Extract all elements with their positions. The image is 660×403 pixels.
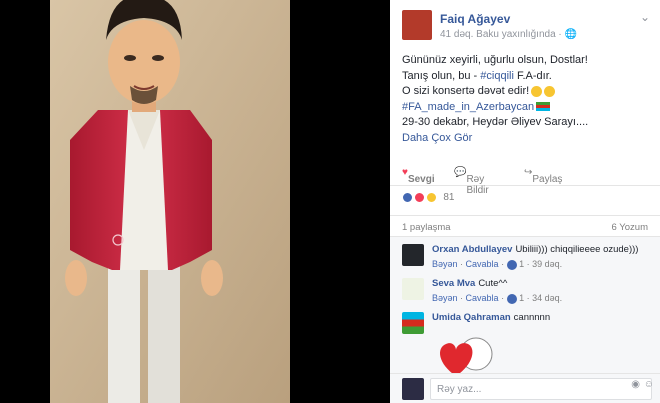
post-line-2-end: F.A-dır.: [513, 69, 552, 82]
author-avatar[interactable]: [402, 10, 432, 40]
azerbaijan-flag-icon: [536, 102, 551, 112]
smile-icon[interactable]: ☺: [644, 379, 654, 390]
post-line-2-text: Tanış olun, bu -: [402, 69, 481, 82]
share-count[interactable]: 1 paylaşma: [402, 222, 451, 233]
comment-like-link[interactable]: Bəyən: [432, 259, 458, 269]
comment-body: Umida Qahraman cannnnn: [432, 312, 550, 323]
post-line-1: Gününüz xeyirli, uğurlu olsun, Dostlar!: [402, 54, 588, 66]
comment-like-count: 1: [519, 293, 525, 303]
post-line-4: #FA_made_in_Azerbaycan: [402, 100, 652, 116]
comment-time: 34 dəq.: [532, 293, 563, 303]
post-header: Faiq Ağayev 41 dəq. Baku yaxınlığında · …: [402, 10, 650, 44]
post-sidebar: Faiq Ağayev 41 dəq. Baku yaxınlığında · …: [390, 0, 660, 403]
comment-reply-link[interactable]: Cavabla: [466, 293, 499, 303]
commenter-avatar[interactable]: [402, 312, 424, 334]
post-line-2: Tanış olun, bu - #ciqqili F.A-dır.: [402, 69, 652, 85]
comment-body: Orxan Abdullayev Ubiliii))) chiqqilieeee …: [432, 244, 638, 255]
photo-viewer[interactable]: [0, 0, 390, 403]
comment-text: Cute^^: [478, 278, 508, 289]
comment-reply-link[interactable]: Cavabla: [466, 259, 499, 269]
share-button[interactable]: ↪ Paylaş: [524, 167, 562, 185]
hashtag-ciqqili[interactable]: #ciqqili: [480, 70, 514, 82]
comment-author[interactable]: Seva Mva: [432, 278, 475, 289]
like-icon: [506, 259, 517, 270]
comment-label: Rəy Bildir: [466, 174, 489, 196]
post-line-3: O sizi konsertə dəvət edir!: [402, 84, 652, 100]
reply-bar: Rəy yaz... ◉ ☺: [390, 373, 660, 403]
commenter-avatar[interactable]: [402, 278, 424, 300]
post-stats: 1 paylaşma 6 Yozum: [390, 215, 660, 237]
hashtag-fa-made-in-azerbaycan[interactable]: #FA_made_in_Azerbaycan: [402, 101, 534, 113]
comment-time: 39 dəq.: [532, 259, 563, 269]
action-bar: ♥ Sevgi 💬 Rəy Bildir ↪ Paylaş: [390, 160, 660, 196]
emoji-icon: [531, 85, 543, 97]
share-label: Paylaş: [532, 174, 563, 185]
love-reaction-icon: [413, 192, 425, 203]
comment-input[interactable]: Rəy yaz...: [430, 378, 652, 400]
chevron-down-icon[interactable]: ⌄: [640, 10, 650, 24]
comment-meta: Bəyən · Cavabla · 1 · 34 dəq.: [432, 293, 563, 304]
post-line-5: 29-30 dekabr, Heydər Əliyev Sarayı....: [402, 116, 589, 128]
like-reaction-icon: [402, 192, 413, 203]
viewer-avatar: [402, 378, 424, 400]
haha-reaction-icon: [425, 192, 437, 203]
comment-text: cannnnn: [513, 312, 551, 323]
camera-icon[interactable]: ◉: [631, 379, 640, 390]
view-count[interactable]: 6 Yozum: [612, 222, 648, 233]
post-text: Gününüz xeyirli, uğurlu olsun, Dostlar! …: [402, 53, 652, 146]
comment-body: Seva Mva Cute^^: [432, 278, 507, 289]
reaction-count: 81: [443, 192, 455, 203]
comment-author[interactable]: Orxan Abdullayev: [432, 244, 512, 255]
see-more-link[interactable]: Daha Çox Gör: [402, 131, 652, 147]
post-line-3-text: O sizi konsertə dəvət edir!: [402, 85, 530, 97]
author-name[interactable]: Faiq Ağayev: [440, 12, 510, 26]
comment-author[interactable]: Umida Qahraman: [432, 312, 511, 323]
love-button[interactable]: ♥ Sevgi: [402, 167, 435, 185]
commenter-avatar[interactable]: [402, 244, 424, 266]
love-label: Sevgi: [407, 174, 435, 185]
comment-like-count: 1: [519, 259, 525, 269]
like-icon: [506, 293, 517, 304]
doll-photo: [50, 0, 290, 403]
reaction-summary[interactable]: 81: [402, 192, 454, 208]
comment-button[interactable]: 💬 Rəy Bildir: [454, 167, 489, 196]
comment-text: Ubiliii))) chiqqilieeee ozude))): [515, 244, 639, 255]
comment-meta: Bəyən · Cavabla · 1 · 39 dəq.: [432, 259, 563, 270]
post-meta: 41 dəq. Baku yaxınlığında · 🌐: [440, 29, 577, 40]
comment-like-link[interactable]: Bəyən: [432, 293, 458, 303]
emoji-icon: [544, 85, 556, 97]
